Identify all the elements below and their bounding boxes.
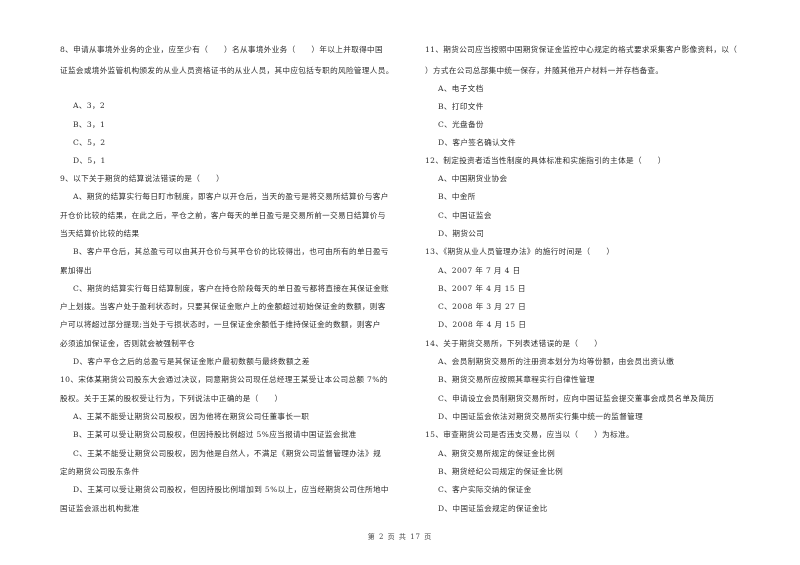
option-c-cont: 户可以将超过部分提现;当处于亏损状态时，一旦保证金余额低于维持保证金的数额，则客… bbox=[60, 320, 381, 329]
option-d-cont: 国证监会派出机构批准 bbox=[60, 504, 140, 513]
question-stem: 8、申请从事境外业务的企业，应至少有（ ）名从事境外业务（ ）年以上并取得中国 bbox=[60, 45, 383, 54]
option-a: A、王某不能受让期货公司股权，因为他将在期货公司任董事长一职 bbox=[73, 412, 310, 421]
option-b: B、3，1 bbox=[73, 120, 106, 129]
option-a: A、电子文档 bbox=[438, 84, 484, 93]
option-b: B、期货交易所应按照其章程实行自律性管理 bbox=[438, 375, 595, 384]
question-stem: 证监会或境外监管机构颁发的从业人员资格证书的从业人员，其中应包括专职的风险管理人… bbox=[60, 66, 394, 75]
option-a: A、期货的结算实行每日盯市制度，即客户以开仓后，当天的盈亏是将交易所结算价与客户 bbox=[73, 192, 389, 201]
question-stem: 9、以下关于期货的结算说法错误的是（ ） bbox=[60, 174, 225, 183]
option-b: B、2007 年 4 月 15 日 bbox=[438, 284, 526, 293]
option-d: D、客户平仓之后的总盈亏是其保证金账户最初数额与最终数额之差 bbox=[73, 357, 310, 366]
question-stem: ）方式在公司总部集中统一保存，并随其他开户材料一并存档备查。 bbox=[425, 66, 664, 75]
option-b: B、王某可以受让期货公司股权，但因持股比例超过 5%应当报请中国证监会批准 bbox=[73, 430, 357, 439]
option-a: A、2007 年 7 月 4 日 bbox=[438, 266, 521, 275]
option-c: C、王某不能受让期货公司股权，因为他是自然人，不满足《期货公司监督管理办法》规 bbox=[73, 449, 382, 458]
question-stem: 14、关于期货交易所，下列表述错误的是（ ） bbox=[425, 339, 603, 348]
option-c: C、中国证监会 bbox=[438, 211, 492, 220]
option-b: B、客户平仓后，其总盈亏可以由其开仓价与其平仓价的比较得出，也可由所有的单日盈亏 bbox=[73, 247, 389, 256]
option-c-cont: 必须追加保证金，否则就会被强制平仓 bbox=[60, 339, 196, 348]
option-c: C、2008 年 3 月 27 日 bbox=[438, 302, 527, 311]
option-c: C、光盘备份 bbox=[438, 120, 484, 129]
option-a: A、3，2 bbox=[73, 101, 106, 110]
option-d: D、中国证监会规定的保证金比 bbox=[438, 504, 548, 513]
option-d: D、期货公司 bbox=[438, 229, 485, 238]
option-b: B、中金所 bbox=[438, 192, 476, 201]
option-d: D、5，1 bbox=[73, 156, 106, 165]
option-a-cont: 开仓价比较的结果，在此之后，平仓之前，客户每天的单日盈亏是交易所前一交易日结算价… bbox=[60, 211, 386, 220]
question-stem: 11、期货公司应当按照中国期货保证金监控中心规定的格式要求采集客户影像资料，以（ bbox=[425, 45, 738, 54]
option-c: C、客户实际交纳的保证金 bbox=[438, 485, 532, 494]
question-stem: 13、《期货从业人员管理办法》的施行时间是（ ） bbox=[425, 247, 615, 256]
option-c: C、期货的结算实行每日结算制度，客户在持仓阶段每天的单日盈亏都将直接在其保证金账 bbox=[73, 284, 389, 293]
option-d: D、2008 年 4 月 15 日 bbox=[438, 320, 527, 329]
option-c: C、申请设立会员制期货交易所时，应向中国证监会提交董事会成员名单及简历 bbox=[438, 394, 715, 403]
question-stem: 股权。关于王某的股权受让行为，下列说法中正确的是（ ） bbox=[60, 394, 283, 403]
document-page: 8、申请从事境外业务的企业，应至少有（ ）名从事境外业务（ ）年以上并取得中国 … bbox=[0, 0, 800, 565]
option-c: C、5，2 bbox=[73, 138, 106, 147]
option-a: A、中国期货业协会 bbox=[438, 174, 508, 183]
option-c-cont: 户上划拨。当客户处于盈利状态时，只要其保证金账户上的金额超过初始保证金的数额，则… bbox=[60, 302, 386, 311]
page-footer: 第 2 页 共 17 页 bbox=[367, 533, 433, 541]
option-b: B、打印文件 bbox=[438, 102, 484, 111]
option-c-cont: 定的期货公司股东条件 bbox=[60, 467, 140, 476]
option-d: D、客户签名确认文件 bbox=[438, 138, 516, 147]
option-b-cont: 累加得出 bbox=[60, 266, 92, 275]
option-b: B、期货经纪公司规定的保证金比例 bbox=[438, 467, 564, 476]
option-d: D、中国证监会依法对期货交易所实行集中统一的监督管理 bbox=[438, 412, 644, 421]
option-a: A、期货交易所规定的保证金比例 bbox=[438, 449, 556, 458]
question-stem: 15、审查期货公司是否违支交易，应当以（ ）为标准。 bbox=[425, 430, 634, 439]
option-d: D、王某可以受让期货公司股权，但因持股比例增加到 5%以上，应当经期货公司住所地… bbox=[73, 485, 389, 494]
option-a-cont: 当天结算价比较的结果 bbox=[60, 229, 140, 238]
question-stem: 10、宋体某期货公司股东大会通过决议，同意期货公司现任总经理王某受让本公司总额 … bbox=[60, 375, 388, 384]
option-a: A、会员制期货交易所的注册资本划分为均等份额，由会员出资认缴 bbox=[438, 357, 675, 366]
question-stem: 12、制定投资者适当性制度的具体标准和实施指引的主体是（ ） bbox=[425, 156, 666, 165]
